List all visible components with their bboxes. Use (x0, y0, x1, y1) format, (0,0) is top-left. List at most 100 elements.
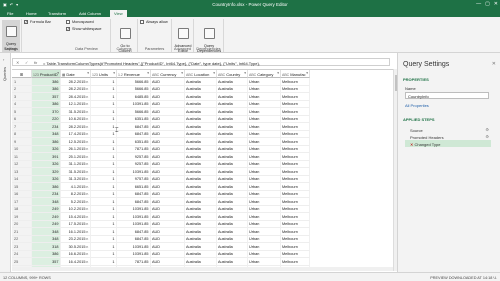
table-cell[interactable]: 6847.85 (117, 235, 151, 243)
formula-bar-checkbox[interactable]: ✓ Formula Bar (24, 20, 51, 24)
column-type-icon[interactable]: ABC (186, 73, 193, 77)
table-cell[interactable]: Australia (217, 213, 248, 221)
filter-dropdown-icon[interactable]: ▾ (57, 71, 59, 75)
table-cell[interactable]: 16.1.2015 г. (61, 228, 91, 236)
column-type-icon[interactable]: ▦ (62, 73, 65, 77)
gear-icon[interactable]: ⚙ (485, 127, 489, 132)
table-cell[interactable]: AUD (151, 228, 185, 236)
table-cell[interactable]: 5666.85 (117, 85, 151, 93)
table-cell[interactable]: Australia (217, 153, 248, 161)
table-cell[interactable]: Urban (248, 250, 281, 258)
table-cell[interactable]: 386 (32, 183, 61, 191)
column-header[interactable]: 123ProductID ▾ (32, 70, 61, 78)
table-cell[interactable]: 1 (91, 175, 117, 183)
table-cell[interactable]: Melbourn (281, 138, 310, 146)
expand-icon[interactable]: › (3, 57, 4, 62)
table-cell[interactable]: AUD (151, 190, 185, 198)
table-cell[interactable]: 348 (32, 130, 61, 138)
table-cell[interactable]: Australia (185, 100, 217, 108)
table-cell[interactable]: Melbourn (281, 183, 310, 191)
table-cell[interactable]: 357 (32, 258, 61, 266)
table-row[interactable]: 18 249 10.2.2015 г. 1 10391.85 AUD Australia Au… (12, 205, 393, 213)
table-cell[interactable]: 6351.85 (117, 138, 151, 146)
monospaced-checkbox[interactable]: Monospaced (66, 20, 94, 24)
table-cell[interactable]: 4.1.2015 г. (61, 183, 91, 191)
table-row[interactable]: 7 234 28.2.2015 г. 1 6847.85 AUD Australia Aust… (12, 123, 393, 131)
table-row[interactable]: 4 386 12.1.2015 г. 1 10391.85 AUD Australia Aus… (12, 100, 393, 108)
table-cell[interactable]: 31.5.2015 г. (61, 168, 91, 176)
filter-dropdown-icon[interactable]: ▾ (87, 71, 89, 75)
table-cell[interactable]: 386 (32, 85, 61, 93)
column-type-icon[interactable]: 123 (92, 73, 98, 77)
table-cell[interactable]: AUD (151, 130, 185, 138)
table-row[interactable]: 22 348 23.2.2015 г. 1 6847.85 AUD Australia Aus… (12, 235, 393, 243)
table-cell[interactable]: Australia (185, 168, 217, 176)
table-cell[interactable]: AUD (151, 168, 185, 176)
table-cell[interactable]: Melbourn (281, 190, 310, 198)
table-cell[interactable]: AUD (151, 108, 185, 116)
step-changed-type[interactable]: ✕ Changed Type (405, 140, 491, 147)
show-whitespace-checkbox[interactable]: ✓ Show whitespace (66, 27, 102, 31)
table-cell[interactable]: 1 (91, 183, 117, 191)
table-cell[interactable]: 1 (91, 213, 117, 221)
table-cell[interactable]: AUD (151, 175, 185, 183)
filter-dropdown-icon[interactable]: ▾ (181, 71, 183, 75)
table-cell[interactable]: 28.2.2015 г. (61, 85, 91, 93)
table-row[interactable]: 24 386 16.6.2015 г. 1 10391.85 AUD Australia Au… (12, 250, 393, 258)
formula-text[interactable]: = Table.TransformColumnTypes(#"Promoted … (43, 61, 383, 66)
commit-icon[interactable]: ✓ (25, 60, 28, 65)
table-cell[interactable]: Melbourn (281, 250, 310, 258)
table-cell[interactable]: 1 (91, 243, 117, 251)
table-cell[interactable]: 16.4.2015 г. (61, 258, 91, 266)
table-cell[interactable]: 10391.85 (117, 205, 151, 213)
table-cell[interactable]: Urban (248, 228, 281, 236)
table-cell[interactable]: Melbourn (281, 228, 310, 236)
table-row[interactable]: 19 249 15.4.2015 г. 1 10391.85 AUD Australia Au… (12, 213, 393, 221)
table-cell[interactable]: Urban (248, 123, 281, 131)
table-cell[interactable]: Australia (185, 250, 217, 258)
table-cell[interactable]: AUD (151, 258, 185, 266)
table-cell[interactable]: Urban (248, 145, 281, 153)
column-header[interactable]: 123Units ▾ (91, 70, 117, 78)
table-cell[interactable]: Melbourn (281, 213, 310, 221)
table-cell[interactable]: 370 (32, 108, 61, 116)
step-source[interactable]: Source ⚙ (405, 126, 491, 133)
filter-dropdown-icon[interactable]: ▾ (113, 71, 115, 75)
table-cell[interactable]: Australia (185, 108, 217, 116)
table-cell[interactable]: 1 (91, 198, 117, 206)
table-cell[interactable]: AUD (151, 115, 185, 123)
table-row[interactable]: 1 386 28.2.2015 г. 1 5666.85 AUD Australia Aust… (12, 78, 393, 86)
table-cell[interactable]: 326 (32, 175, 61, 183)
table-cell[interactable]: 6847.85 (117, 228, 151, 236)
table-cell[interactable]: Melbourn (281, 175, 310, 183)
table-cell[interactable]: AUD (151, 85, 185, 93)
table-cell[interactable]: 10391.85 (117, 213, 151, 221)
table-cell[interactable]: AUD (151, 78, 185, 86)
table-cell[interactable]: Australia (217, 190, 248, 198)
table-cell[interactable]: 12.1.2015 г. (61, 100, 91, 108)
table-cell[interactable]: AUD (151, 145, 185, 153)
table-row[interactable]: 20 249 17.5.2015 г. 1 10391.85 AUD Australia Au… (12, 220, 393, 228)
table-cell[interactable]: AUD (151, 243, 185, 251)
table-cell[interactable]: 26.1.2015 г. (61, 145, 91, 153)
table-cell[interactable]: Australia (217, 198, 248, 206)
table-cell[interactable]: AUD (151, 250, 185, 258)
table-cell[interactable]: 9257.85 (117, 153, 151, 161)
table-cell[interactable]: Urban (248, 205, 281, 213)
table-cell[interactable]: Australia (185, 145, 217, 153)
column-type-icon[interactable]: 123 (33, 73, 39, 77)
table-cell[interactable]: Australia (185, 220, 217, 228)
table-cell[interactable]: 1 (91, 145, 117, 153)
table-cell[interactable]: Urban (248, 100, 281, 108)
minimize-button[interactable]: — (476, 1, 481, 7)
table-cell[interactable]: Australia (217, 123, 248, 131)
table-cell[interactable]: 28.2.2015 г. (61, 78, 91, 86)
table-cell[interactable]: Australia (217, 243, 248, 251)
table-row[interactable]: 14 326 31.3.2015 г. 1 9757.85 AUD Australia Aus… (12, 175, 393, 183)
table-cell[interactable]: Melbourn (281, 205, 310, 213)
close-icon[interactable]: ✕ (492, 61, 496, 67)
table-cell[interactable]: AUD (151, 198, 185, 206)
table-cell[interactable]: Melbourn (281, 78, 310, 86)
table-cell[interactable]: 386 (32, 138, 61, 146)
table-cell[interactable]: 234 (32, 123, 61, 131)
